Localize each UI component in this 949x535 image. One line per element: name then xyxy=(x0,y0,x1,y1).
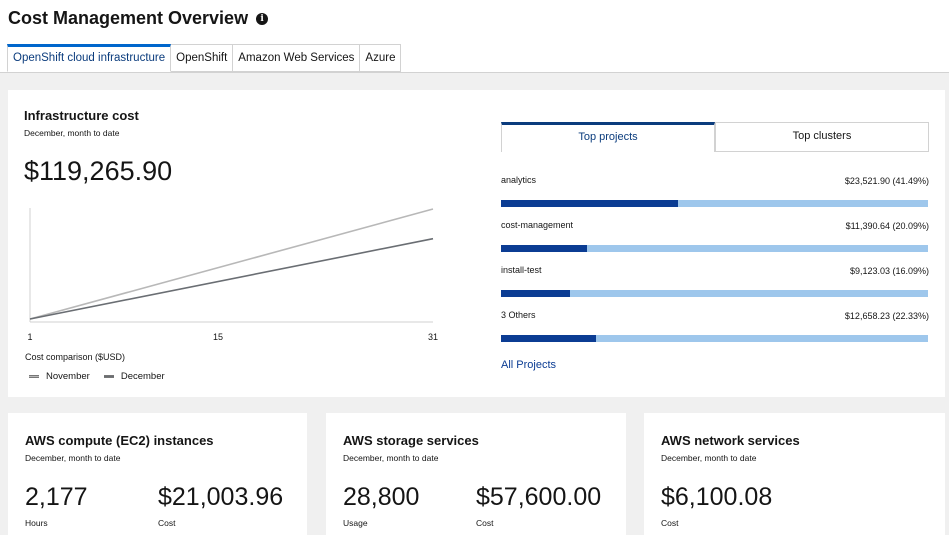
tab-openshift[interactable]: OpenShift xyxy=(171,44,234,72)
project-bar-fill xyxy=(501,290,570,297)
metric-value: 2,177 xyxy=(25,483,88,511)
legend-label-december: December xyxy=(120,371,165,382)
project-bar-fill xyxy=(501,200,679,207)
x-tick-label: 31 xyxy=(428,332,438,342)
all-projects-link[interactable]: All Projects xyxy=(501,359,556,371)
metric-value: $57,600.00 xyxy=(476,483,602,511)
x-tick-label: 15 xyxy=(213,332,223,342)
aws-storage-subtitle: December, month to date xyxy=(343,453,439,463)
metric-value: $6,100.08 xyxy=(661,483,773,511)
network-cost-metric: $6,100.08 Cost xyxy=(661,483,772,528)
list-item: install-test $9,123.03 (16.09%) xyxy=(501,260,929,305)
cost-trend-chart: 1 15 31 xyxy=(27,208,438,342)
aws-network-title: AWS network services xyxy=(661,433,800,448)
compute-hours-metric: 2,177 Hours xyxy=(25,483,88,528)
project-name: cost-management xyxy=(501,220,574,230)
aws-compute-header: AWS compute (EC2) instances December, mo… xyxy=(25,433,214,463)
legend-label-november: November xyxy=(46,371,90,382)
page-title-text: Cost Management Overview xyxy=(8,8,249,28)
metric-label: Cost xyxy=(661,518,679,528)
project-name: install-test xyxy=(501,265,542,275)
metric-label: Usage xyxy=(343,518,368,528)
x-tick-label: 1 xyxy=(27,332,32,342)
series-line-november xyxy=(29,208,434,320)
aws-compute-subtitle: December, month to date xyxy=(25,453,121,463)
project-cost: $11,390.64 (20.09%) xyxy=(845,221,929,231)
infrastructure-cost-card: Infrastructure cost December, month to d… xyxy=(8,90,945,397)
legend-swatch-december xyxy=(103,375,114,378)
aws-storage-title: AWS storage services xyxy=(343,433,479,448)
project-bar-fill xyxy=(501,245,587,252)
project-bar-track xyxy=(501,290,928,297)
metric-value: 28,800 xyxy=(343,483,420,511)
project-cost: $12,658.23 (22.33%) xyxy=(844,311,929,321)
tab-amazon-web-services[interactable]: Amazon Web Services xyxy=(233,44,361,72)
series-line-december xyxy=(29,237,434,320)
project-name: 3 Others xyxy=(501,310,536,320)
project-cost: $23,521.90 (41.49%) xyxy=(844,176,929,186)
info-circle-icon[interactable]: i xyxy=(256,12,269,25)
storage-usage-metric: 28,800 Usage xyxy=(343,483,419,528)
aws-compute-title: AWS compute (EC2) instances xyxy=(25,433,214,448)
project-bar-fill xyxy=(501,335,597,342)
aws-network-header: AWS network services December, month to … xyxy=(661,433,800,463)
project-bar-track xyxy=(501,200,928,207)
aws-compute-card: AWS compute (EC2) instances December, mo… xyxy=(8,413,307,535)
legend-swatch-november xyxy=(29,375,39,378)
aws-storage-card: AWS storage services December, month to … xyxy=(326,413,626,535)
list-item: analytics $23,521.90 (41.49%) xyxy=(501,170,929,215)
tab-top-projects[interactable]: Top projects xyxy=(501,122,715,152)
metric-label: Hours xyxy=(25,518,48,528)
legend-item-december[interactable]: December xyxy=(103,371,165,382)
project-bar-track xyxy=(501,245,928,252)
list-item: 3 Others $12,658.23 (22.33%) xyxy=(501,305,929,350)
chart-legend: November December xyxy=(29,371,179,382)
page-title: Cost Management Overview i xyxy=(8,8,269,29)
project-name: analytics xyxy=(501,175,537,185)
tab-top-clusters[interactable]: Top clusters xyxy=(715,122,929,152)
aws-storage-header: AWS storage services December, month to … xyxy=(343,433,479,463)
top-tabs: Top projects Top clusters xyxy=(501,122,929,152)
project-bar-track xyxy=(501,335,928,342)
aws-network-subtitle: December, month to date xyxy=(661,453,757,463)
metric-value: $21,003.96 xyxy=(158,483,284,511)
tab-azure[interactable]: Azure xyxy=(360,44,402,72)
chart-series-layer xyxy=(29,208,434,320)
project-cost: $9,123.03 (16.09%) xyxy=(849,266,929,276)
list-item: cost-management $11,390.64 (20.09%) xyxy=(501,215,929,260)
chart-tick-layer: 1 15 31 xyxy=(27,332,438,342)
chart-caption: Cost comparison ($USD) xyxy=(25,352,126,362)
compute-cost-metric: $21,003.96 Cost xyxy=(158,483,283,528)
legend-item-november[interactable]: November xyxy=(29,371,90,382)
tab-openshift-cloud-infrastructure[interactable]: OpenShift cloud infrastructure xyxy=(7,44,172,72)
aws-network-card: AWS network services December, month to … xyxy=(644,413,945,535)
project-list: analytics $23,521.90 (41.49%) cost-manag… xyxy=(501,170,929,350)
storage-cost-metric: $57,600.00 Cost xyxy=(476,483,601,528)
metric-label: Cost xyxy=(158,518,176,528)
metric-label: Cost xyxy=(476,518,494,528)
provider-tabs: OpenShift cloud infrastructure OpenShift… xyxy=(7,44,402,72)
